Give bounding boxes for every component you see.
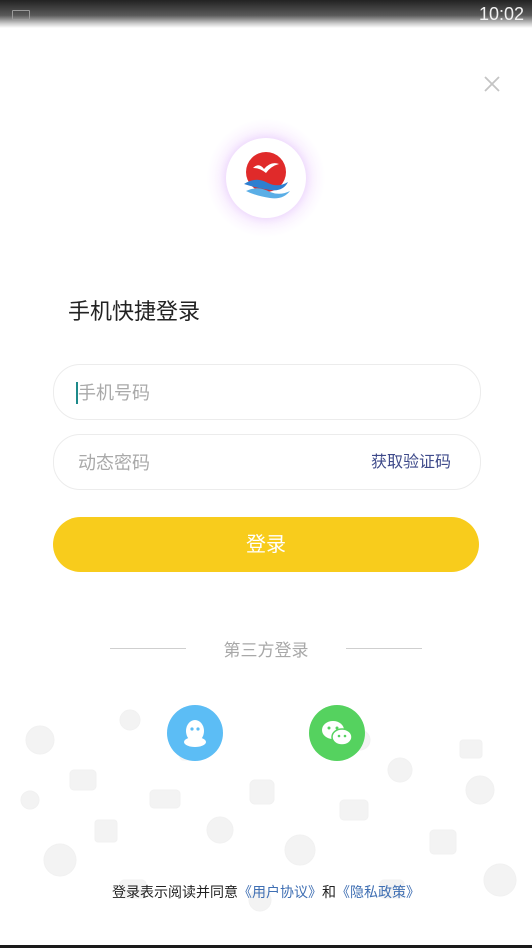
page-title: 手机快捷登录 — [68, 300, 201, 325]
login-button[interactable]: 登录 — [53, 517, 479, 572]
qq-login-button[interactable] — [167, 705, 223, 761]
sms-code-input[interactable] — [76, 435, 340, 491]
phone-input[interactable] — [76, 365, 340, 421]
agreement-prefix: 登录表示阅读并同意 — [112, 885, 238, 901]
code-field-container: 获取验证码 — [53, 434, 481, 491]
wechat-icon — [322, 721, 353, 746]
keyboard-icon — [12, 10, 30, 20]
status-bar: 10:02 — [0, 0, 532, 28]
get-code-button[interactable]: 获取验证码 — [371, 435, 451, 489]
agreement-conjunction: 和 — [322, 885, 336, 901]
phone-field-container — [53, 364, 481, 421]
wechat-login-button[interactable] — [309, 705, 365, 761]
agreement-text: 登录表示阅读并同意《用户协议》和《隐私政策》 — [0, 882, 532, 902]
background-doodle-pattern — [20, 709, 517, 912]
qq-icon — [184, 720, 206, 747]
privacy-policy-link[interactable]: 《隐私政策》 — [336, 885, 420, 901]
divider-right — [346, 648, 422, 649]
status-time: 10:02 — [478, 4, 524, 24]
third-party-login-label: 第三方登录 — [223, 641, 309, 661]
logo-glow — [206, 118, 326, 238]
app-logo — [226, 138, 306, 218]
user-agreement-link[interactable]: 《用户协议》 — [238, 885, 322, 901]
close-icon[interactable] — [480, 72, 504, 96]
